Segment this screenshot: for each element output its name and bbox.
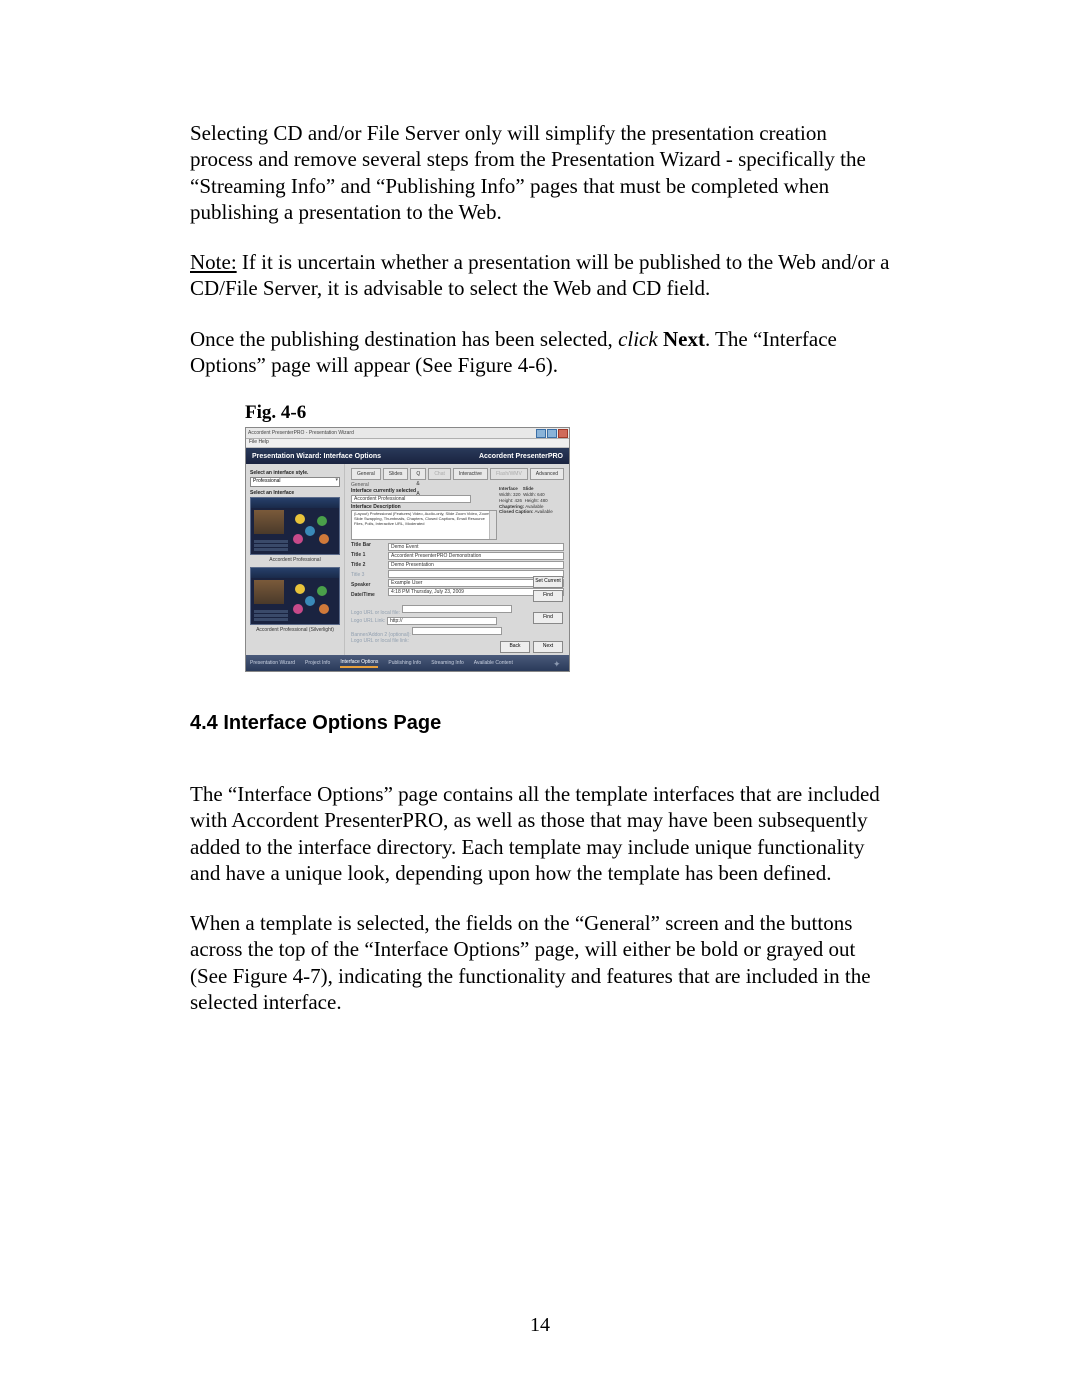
current-selection-value: Accordent Professional (351, 495, 471, 503)
style-dropdown[interactable]: Professional (250, 477, 340, 487)
tab-row: General Slides Q & A Chat Interactive Fl… (351, 468, 564, 480)
meta-slide-h: Slide (523, 486, 534, 491)
meta-height-l: Height: (499, 498, 513, 503)
title2-input[interactable]: Demo Presentation (388, 561, 564, 569)
brand-label: Accordent PresenterPRO (479, 453, 563, 460)
brand-a: Accordent (479, 453, 516, 460)
meta-interface-h: Interface (499, 486, 518, 491)
titlebar-label: Title Bar (351, 542, 385, 552)
meta-width-l: Width: (499, 492, 512, 497)
paragraph-1: Selecting CD and/or File Server only wil… (190, 120, 890, 225)
brand-icon: ✦ (553, 659, 565, 669)
back-button[interactable]: Back (500, 641, 530, 653)
meta-chap-l: Chaptering: (499, 504, 524, 509)
figure-4-6: Fig. 4-6 Accordent PresenterPRO - Presen… (245, 402, 890, 672)
interface-detail-panel: General Slides Q & A Chat Interactive Fl… (345, 464, 570, 659)
interface-meta: Interface Slide Width: 320 Width: 640 He… (499, 486, 561, 515)
step-5[interactable]: Streaming Info (431, 660, 464, 666)
maximize-icon[interactable] (547, 429, 557, 438)
description-text: (Layout) Professional (Features) Video, … (354, 511, 489, 526)
meta-height-v: 426 (515, 498, 523, 503)
set-current-button[interactable]: Set Current (533, 576, 563, 588)
wizard-header: Presentation Wizard: Interface Options A… (246, 448, 569, 464)
window-title: Accordent PresenterPRO - Presentation Wi… (248, 430, 354, 436)
step-4[interactable]: Publishing Info (388, 660, 421, 666)
meta-width-v: 320 (513, 492, 521, 497)
document-page: Selecting CD and/or File Server only wil… (0, 0, 1080, 1397)
paragraph-5: When a template is selected, the fields … (190, 910, 890, 1015)
title2-label: Title 2 (351, 562, 385, 572)
find-logo2-button[interactable]: Find (533, 612, 563, 624)
tab-slides[interactable]: Slides (383, 468, 409, 480)
logo1-input[interactable] (402, 605, 512, 613)
meta-swidth-l: Width: (523, 492, 536, 497)
meta-chap-v: Available (525, 504, 543, 509)
logo1-link-label: Logo URL Link: (351, 618, 385, 624)
wizard-steps-bar: Presentation Wizard Project Info Interfa… (246, 655, 569, 671)
window-buttons (536, 429, 568, 438)
step-2[interactable]: Project Info (305, 660, 330, 666)
titlebar-input[interactable]: Demo Event (388, 543, 564, 551)
meta-sheight-v: 480 (540, 498, 548, 503)
tab-chat: Chat (428, 468, 451, 480)
style-label: Select an interface style. (250, 470, 340, 476)
step-1[interactable]: Presentation Wizard (250, 660, 295, 666)
tab-advanced[interactable]: Advanced (530, 468, 564, 480)
next-button[interactable]: Next (533, 641, 563, 653)
screenshot-interface-options: Accordent PresenterPRO - Presentation Wi… (245, 427, 570, 672)
paragraph-2-rest: If it is uncertain whether a presentatio… (190, 250, 889, 300)
logo2-input[interactable] (412, 627, 502, 635)
step-6[interactable]: Available Content (474, 660, 513, 666)
menu-bar[interactable]: File Help (246, 439, 569, 448)
thumb-1-caption: Accordent Professional (250, 557, 340, 563)
find-logo1-button[interactable]: Find (533, 590, 563, 602)
step-3[interactable]: Interface Options (340, 659, 378, 668)
section-4-4-heading: 4.4 Interface Options Page (190, 712, 890, 735)
logo1-link-input[interactable]: http:// (387, 617, 497, 625)
wizard-title: Presentation Wizard: Interface Options (252, 453, 381, 460)
tab-general[interactable]: General (351, 468, 381, 480)
p3-a: Once the publishing destination has been… (190, 327, 618, 351)
wizard-nav: Back Next (500, 641, 563, 653)
thumb-2-caption: Accordent Professional (Silverlight) (250, 627, 340, 633)
paragraph-4: The “Interface Options” page contains al… (190, 781, 890, 886)
logo2-link-label: Logo URL or local file link: (351, 638, 409, 644)
interface-thumb-2[interactable] (250, 567, 340, 625)
note-label: Note: (190, 250, 237, 274)
datetime-label: Date/Time (351, 592, 385, 602)
window-titlebar: Accordent PresenterPRO - Presentation Wi… (246, 428, 569, 439)
speaker-label: Speaker (351, 582, 385, 592)
interface-label: Select an Interface (250, 490, 340, 496)
paragraph-2: Note: If it is uncertain whether a prese… (190, 249, 890, 302)
meta-swidth-v: 640 (537, 492, 545, 497)
p3-click: click (618, 327, 658, 351)
paragraph-3: Once the publishing destination has been… (190, 326, 890, 379)
title1-label: Title 1 (351, 552, 385, 562)
p3-next: Next (663, 327, 705, 351)
title1-input[interactable]: Accordent PresenterPRO Demonstration (388, 552, 564, 560)
tab-interactive[interactable]: Interactive (453, 468, 488, 480)
description-textarea[interactable]: (Layout) Professional (Features) Video, … (351, 510, 497, 540)
wizard-body: Select an interface style. Professional … (246, 464, 569, 659)
tab-qa[interactable]: Q & A (410, 468, 426, 480)
title3-label: Title 3 (351, 572, 385, 582)
interface-picker-panel: Select an interface style. Professional … (246, 464, 345, 659)
meta-sheight-l: Height: (525, 498, 539, 503)
brand-b: PresenterPRO (516, 453, 563, 460)
figure-label: Fig. 4-6 (245, 402, 890, 424)
meta-cc-v: Available (535, 509, 553, 514)
minimize-icon[interactable] (536, 429, 546, 438)
page-number: 14 (0, 1314, 1080, 1337)
close-icon[interactable] (558, 429, 568, 438)
interface-thumb-1[interactable] (250, 497, 340, 555)
scrollbar[interactable] (489, 511, 496, 539)
meta-cc-l: Closed Caption: (499, 509, 534, 514)
tab-flash: Flash/WMV (490, 468, 528, 480)
